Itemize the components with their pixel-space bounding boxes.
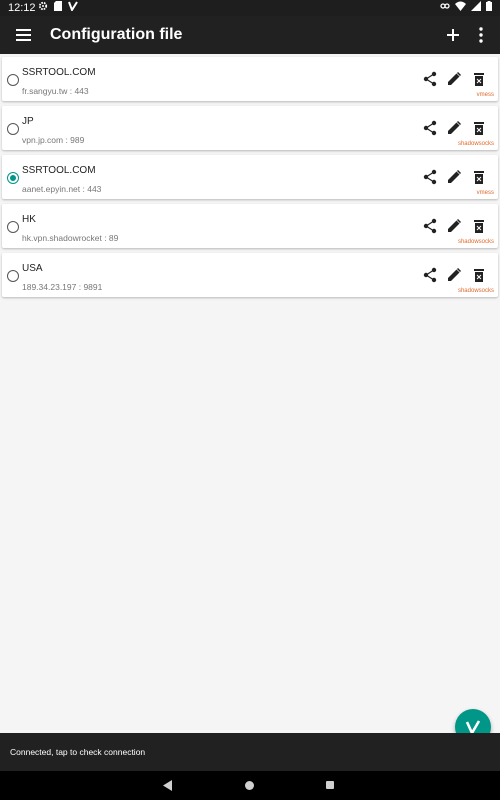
server-card[interactable]: SSRTOOL.COM fr.sangyu.tw : 443 vmess [2, 57, 498, 101]
battery-icon [486, 1, 492, 11]
protocol-label: shadowsocks [457, 288, 494, 294]
share-icon[interactable] [422, 267, 438, 283]
trash-icon[interactable] [471, 120, 487, 136]
server-card[interactable]: SSRTOOL.COM aanet.epyin.net : 443 vmess [2, 155, 498, 199]
pencil-icon[interactable] [446, 71, 462, 87]
server-card[interactable]: JP vpn.jp.com : 989 shadowsocks [2, 106, 498, 150]
back-icon[interactable] [163, 780, 173, 791]
home-icon[interactable] [245, 781, 254, 790]
trash-icon[interactable] [471, 71, 487, 87]
connection-status-text: Connected, tap to check connection [10, 747, 146, 757]
server-name: SSRTOOL.COM [22, 67, 96, 78]
menu-icon[interactable] [14, 25, 34, 45]
server-address: hk.vpn.shadowrocket : 89 [22, 233, 119, 243]
server-name: SSRTOOL.COM [22, 165, 96, 176]
pencil-icon[interactable] [446, 267, 462, 283]
status-system-icons [440, 1, 492, 11]
server-address: fr.sangyu.tw : 443 [22, 86, 89, 96]
server-radio[interactable] [7, 123, 19, 135]
trash-icon[interactable] [471, 169, 487, 185]
wifi-icon [455, 1, 466, 11]
server-address: 189.34.23.197 : 9891 [22, 282, 103, 292]
status-time: 12:12 [8, 2, 36, 14]
pencil-icon[interactable] [446, 218, 462, 234]
pencil-icon[interactable] [446, 169, 462, 185]
server-radio[interactable] [7, 74, 19, 86]
server-name: HK [22, 214, 36, 225]
trash-icon[interactable] [471, 218, 487, 234]
server-name: JP [22, 116, 34, 127]
protocol-label: vmess [476, 92, 494, 98]
protocol-label: vmess [476, 190, 494, 196]
system-nav-bar [0, 771, 500, 800]
signal-icon [471, 1, 481, 11]
settings-icon [38, 1, 48, 11]
more-vert-icon[interactable] [470, 24, 492, 46]
share-icon[interactable] [422, 71, 438, 87]
status-notification-icons [38, 1, 78, 11]
share-icon[interactable] [422, 120, 438, 136]
trash-icon[interactable] [471, 267, 487, 283]
add-icon[interactable] [442, 24, 464, 46]
sd-card-icon [54, 1, 62, 11]
protocol-label: shadowsocks [457, 141, 494, 147]
v-logo-small-icon [68, 1, 78, 11]
share-icon[interactable] [422, 169, 438, 185]
server-address: aanet.epyin.net : 443 [22, 184, 102, 194]
connection-status-bar[interactable]: Connected, tap to check connection [0, 733, 500, 771]
page-title: Configuration file [50, 26, 183, 43]
recents-icon[interactable] [326, 781, 334, 789]
server-address: vpn.jp.com : 989 [22, 135, 85, 145]
app-bar: Configuration file [0, 16, 500, 54]
server-radio[interactable] [7, 221, 19, 233]
server-radio-selected[interactable] [7, 172, 19, 184]
vpn-key-icon [440, 3, 450, 9]
pencil-icon[interactable] [446, 120, 462, 136]
server-card[interactable]: USA 189.34.23.197 : 9891 shadowsocks [2, 253, 498, 297]
server-name: USA [22, 263, 43, 274]
status-bar: 12:12 [0, 0, 500, 16]
server-card[interactable]: HK hk.vpn.shadowrocket : 89 shadowsocks [2, 204, 498, 248]
server-radio[interactable] [7, 270, 19, 282]
protocol-label: shadowsocks [457, 239, 494, 245]
share-icon[interactable] [422, 218, 438, 234]
